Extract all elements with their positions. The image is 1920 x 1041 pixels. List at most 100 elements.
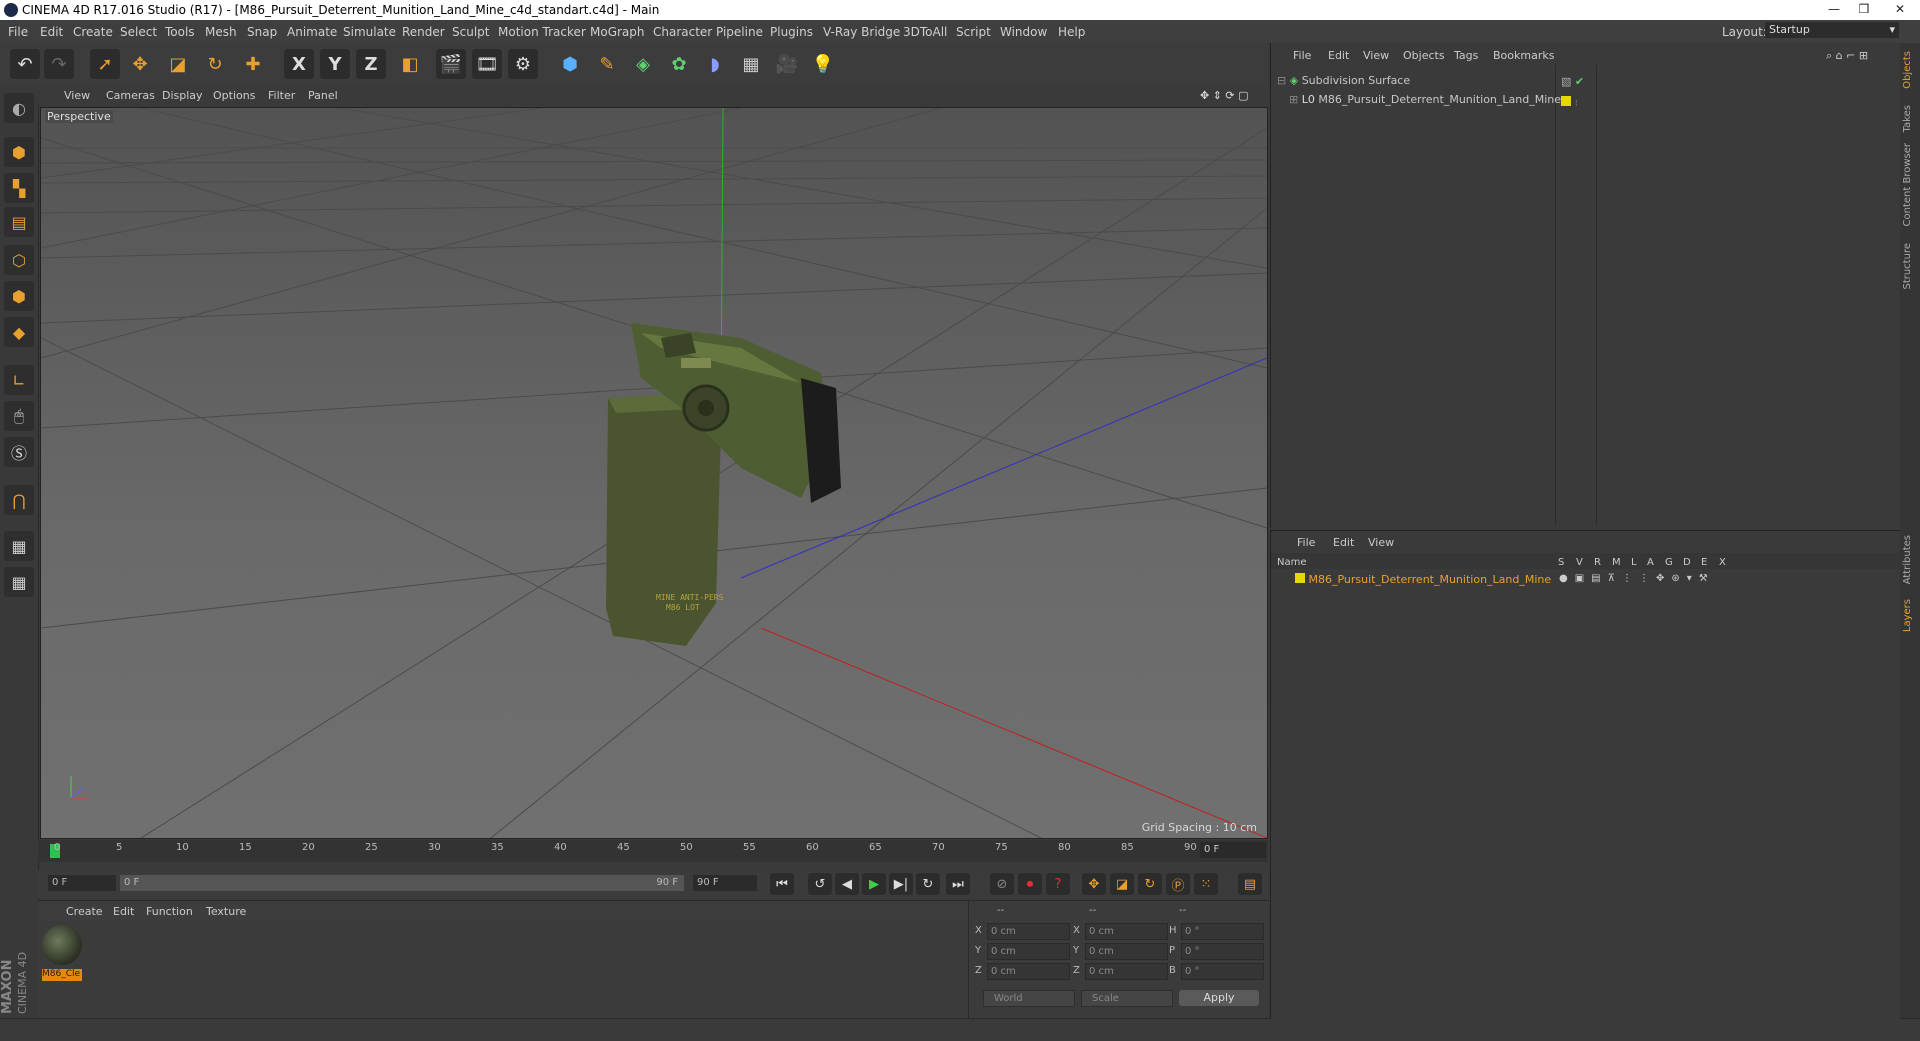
- menu-motion-tracker[interactable]: Motion Tracker: [498, 25, 586, 39]
- move-all-icon[interactable]: ✚: [238, 49, 268, 79]
- coord-mode-dropdown[interactable]: World: [983, 990, 1075, 1007]
- subdivision-icon[interactable]: ◈: [628, 49, 658, 79]
- menu-3dtoall[interactable]: 3DToAll: [903, 25, 947, 39]
- go-to-end-icon[interactable]: ⏭: [946, 873, 970, 895]
- subdivision-enabled-icon[interactable]: ▧ ✔: [1561, 75, 1584, 88]
- next-key-icon[interactable]: ↻: [916, 873, 940, 895]
- menu-mograph[interactable]: MoGraph: [590, 25, 645, 39]
- vp-menu-filter[interactable]: Filter: [268, 89, 295, 102]
- light-icon[interactable]: 💡: [808, 49, 838, 79]
- menu-pipeline[interactable]: Pipeline: [716, 25, 763, 39]
- render-picture-icon[interactable]: 🎞: [472, 49, 502, 79]
- coord-transform-dropdown[interactable]: Scale: [1081, 990, 1173, 1007]
- apply-button[interactable]: Apply: [1179, 990, 1259, 1006]
- tab-content-browser[interactable]: Content Browser: [1902, 143, 1913, 226]
- render-settings-icon[interactable]: ⚙: [508, 49, 538, 79]
- menu-tools[interactable]: Tools: [165, 25, 195, 39]
- deformer-icon[interactable]: ◗: [700, 49, 730, 79]
- x-axis-icon[interactable]: X: [284, 49, 314, 79]
- layer-menu-view[interactable]: View: [1368, 536, 1394, 549]
- lock-workplane-icon[interactable]: ▦: [4, 531, 34, 561]
- next-frame-icon[interactable]: ▶|: [889, 873, 913, 895]
- key-rotation-icon[interactable]: ↻: [1138, 873, 1162, 895]
- pos-x-field[interactable]: 0 cm: [987, 923, 1070, 940]
- mat-menu-edit[interactable]: Edit: [113, 905, 134, 918]
- layout-dropdown[interactable]: Startup ▾: [1765, 22, 1899, 38]
- range-slider[interactable]: 0 F 90 F: [120, 875, 684, 891]
- cube-icon[interactable]: ⬢: [555, 49, 585, 79]
- redo-icon[interactable]: ↷: [44, 49, 74, 79]
- rot-b-field[interactable]: 0 °: [1181, 963, 1264, 980]
- workplane-icon[interactable]: ◐: [4, 93, 34, 123]
- key-scale-icon[interactable]: ◪: [1110, 873, 1134, 895]
- move-icon[interactable]: ✥: [125, 49, 155, 79]
- autokey-icon[interactable]: ⏺: [1018, 873, 1042, 895]
- menu-help[interactable]: Help: [1058, 25, 1085, 39]
- tab-takes[interactable]: Takes: [1902, 105, 1913, 132]
- snap-icon[interactable]: Ⓢ: [4, 437, 34, 467]
- points-mode-icon[interactable]: ⬡: [4, 245, 34, 275]
- keyframe-selection-icon[interactable]: ?: [1046, 873, 1070, 895]
- perspective-viewport[interactable]: MINE ANTI-PERS M86 LOT Perspective Grid …: [40, 107, 1268, 839]
- size-x-field[interactable]: 0 cm: [1085, 923, 1168, 940]
- land-mine-model[interactable]: [606, 323, 841, 646]
- obj-menu-bookmarks[interactable]: Bookmarks: [1493, 49, 1554, 62]
- menu-simulate[interactable]: Simulate: [343, 25, 396, 39]
- polygons-mode-icon[interactable]: ◆: [4, 317, 34, 347]
- y-axis-icon[interactable]: Y: [320, 49, 350, 79]
- menu-window[interactable]: Window: [1000, 25, 1047, 39]
- layer-menu-file[interactable]: File: [1297, 536, 1315, 549]
- menu-character[interactable]: Character: [653, 25, 712, 39]
- key-position-icon[interactable]: ✥: [1082, 873, 1106, 895]
- start-frame-field[interactable]: 0 F: [48, 875, 116, 891]
- pen-icon[interactable]: ✎: [592, 49, 622, 79]
- menu-animate[interactable]: Animate: [287, 25, 337, 39]
- texture-mode-icon[interactable]: ▚: [4, 173, 34, 203]
- vp-menu-view[interactable]: View: [64, 89, 90, 102]
- mat-menu-texture[interactable]: Texture: [206, 905, 246, 918]
- magnet-icon[interactable]: ⋂: [4, 485, 34, 515]
- menu-mesh[interactable]: Mesh: [205, 25, 237, 39]
- menu-file[interactable]: File: [8, 25, 28, 39]
- collapse-icon[interactable]: ⊟: [1277, 74, 1286, 87]
- tab-attributes[interactable]: Attributes: [1902, 535, 1913, 584]
- tweak-mode-icon[interactable]: 🖱: [4, 401, 34, 431]
- menu-plugins[interactable]: Plugins: [770, 25, 813, 39]
- menu-select[interactable]: Select: [120, 25, 157, 39]
- vp-menu-display[interactable]: Display: [162, 89, 203, 102]
- expand-icon[interactable]: ⊞: [1289, 93, 1298, 106]
- rotate-icon[interactable]: ↻: [200, 49, 230, 79]
- obj-menu-view[interactable]: View: [1363, 49, 1389, 62]
- tab-structure[interactable]: Structure: [1902, 243, 1913, 290]
- scale-icon[interactable]: ◪: [163, 49, 193, 79]
- select-icon[interactable]: ➚: [90, 49, 120, 79]
- menu-script[interactable]: Script: [956, 25, 991, 39]
- previous-frame-icon[interactable]: ◀: [835, 873, 859, 895]
- go-to-start-icon[interactable]: ⏮: [770, 873, 794, 895]
- key-parameter-icon[interactable]: Ⓟ: [1166, 873, 1190, 895]
- z-axis-icon[interactable]: Z: [356, 49, 386, 79]
- workplane-mode-icon[interactable]: ▤: [4, 207, 34, 237]
- layer-row[interactable]: M86_Pursuit_Deterrent_Munition_Land_Mine: [1295, 573, 1551, 591]
- rot-p-field[interactable]: 0 °: [1181, 943, 1264, 960]
- tab-layers[interactable]: Layers: [1902, 599, 1913, 632]
- frame-ruler[interactable]: 0 5 10 15 20 25 30 35 40 45 50 55 60 65 …: [50, 840, 1197, 862]
- mat-menu-function[interactable]: Function: [146, 905, 193, 918]
- object-row-land-mine[interactable]: ⊞ L0 M86_Pursuit_Deterrent_Munition_Land…: [1289, 93, 1561, 111]
- layer-menu-edit[interactable]: Edit: [1333, 536, 1354, 549]
- obj-menu-file[interactable]: File: [1293, 49, 1311, 62]
- material-thumbnail[interactable]: [42, 925, 82, 965]
- menu-snap[interactable]: Snap: [247, 25, 277, 39]
- vp-menu-options[interactable]: Options: [213, 89, 255, 102]
- obj-search-icon[interactable]: ⌕ ⌂ ⌐ ⊞: [1826, 49, 1868, 63]
- tab-objects[interactable]: Objects: [1902, 51, 1913, 89]
- layer-color-tag[interactable]: ⁝: [1561, 95, 1578, 109]
- timeline-ruler[interactable]: 0 5 10 15 20 25 30 35 40 45 50 55 60 65 …: [38, 840, 1268, 862]
- pos-z-field[interactable]: 0 cm: [987, 963, 1070, 980]
- maximize-button[interactable]: ❒: [1850, 0, 1878, 18]
- timeline-window-icon[interactable]: ▤: [1238, 873, 1262, 895]
- material-name[interactable]: M86_Cle: [42, 969, 82, 981]
- end-frame-field[interactable]: 90 F: [693, 875, 757, 891]
- viewport-nav-icon[interactable]: ✥ ⇕ ⟳ ▢: [1200, 89, 1249, 102]
- menu-create[interactable]: Create: [73, 25, 113, 39]
